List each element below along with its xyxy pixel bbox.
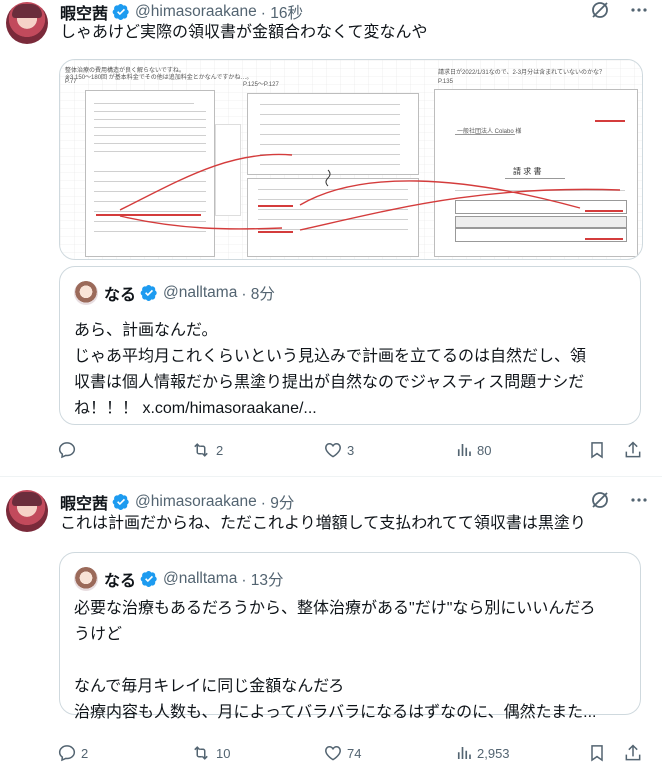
reply-count: 2 xyxy=(81,745,89,761)
quote-tweet[interactable]: なる @nalltama · 8分 あら、計画なんだ。 じゃあ平均月これくらいと… xyxy=(59,266,641,425)
like-button[interactable]: 3 xyxy=(323,440,354,460)
reply-button[interactable]: 2 xyxy=(57,743,88,763)
quote-handle: @nalltama xyxy=(163,284,238,301)
tweet-text: これは計画だからね、ただこれより増額して支払われてて領収書は黒塗り xyxy=(60,515,586,532)
tweet-header: 暇空茜 @himasoraakane · 9分 xyxy=(60,490,294,514)
quote-tweet[interactable]: なる @nalltama · 13分 必要な治療もあるだろうから、整体治療がある… xyxy=(59,552,641,721)
retweet-icon xyxy=(194,746,208,760)
timestamp[interactable]: · 9分 xyxy=(261,491,295,513)
share-icon[interactable] xyxy=(623,440,643,460)
retweet-icon xyxy=(194,443,208,457)
tweet-2[interactable]: 暇空茜 @himasoraakane · 9分 これは計画だからね、ただこれより… xyxy=(0,482,662,770)
share-icon[interactable] xyxy=(623,743,643,763)
tweet-image[interactable]: 整体治療の費用構造が良く解らないですね。 ※3,150～180回 が基本料金でそ… xyxy=(59,59,643,260)
timestamp[interactable]: · 16秒 xyxy=(261,1,303,23)
reply-icon xyxy=(58,442,76,459)
views-count: 80 xyxy=(477,442,492,458)
grok-icon[interactable] xyxy=(590,0,610,20)
quote-header: なる @nalltama · 8分 xyxy=(74,281,275,305)
quote-header: なる @nalltama · 13分 xyxy=(74,567,284,591)
bookmark-icon[interactable] xyxy=(587,743,607,763)
tweet-header: 暇空茜 @himasoraakane · 16秒 xyxy=(60,0,303,24)
retweet-button[interactable]: 2 xyxy=(190,440,223,460)
retweet-count: 2 xyxy=(216,442,224,458)
like-count: 3 xyxy=(347,442,355,458)
verified-badge-icon xyxy=(112,493,129,511)
views-count: 2,953 xyxy=(477,745,510,761)
retweet-button[interactable]: 10 xyxy=(190,743,230,763)
quote-display-name: なる xyxy=(104,573,137,590)
handle[interactable]: @himasoraakane xyxy=(135,3,257,21)
display-name[interactable]: 暇空茜 xyxy=(60,490,108,514)
more-icon[interactable] xyxy=(630,491,648,509)
tweet-text: しゃあけど実際の領収書が金額合わなくて変なんや xyxy=(60,24,428,41)
views-icon xyxy=(457,747,471,759)
heart-icon xyxy=(325,745,341,761)
verified-badge-icon xyxy=(140,284,157,302)
heart-icon xyxy=(325,442,341,458)
handle[interactable]: @himasoraakane xyxy=(135,493,257,511)
annotation-arrows xyxy=(119,153,621,231)
quote-handle: @nalltama xyxy=(163,570,238,587)
quote-timestamp: · 13分 xyxy=(241,572,284,589)
more-icon[interactable] xyxy=(630,1,648,19)
bookmark-icon[interactable] xyxy=(587,440,607,460)
verified-badge-icon xyxy=(112,3,129,21)
views-icon xyxy=(457,444,471,456)
reply-button[interactable] xyxy=(57,440,81,460)
like-count: 74 xyxy=(347,745,362,761)
tweet-1[interactable]: 暇空茜 @himasoraakane · 16秒 しゃあけど実際の領収書が金額合… xyxy=(0,0,662,470)
views-button[interactable]: 80 xyxy=(455,441,491,459)
quote-avatar xyxy=(74,281,98,305)
tweet-actions: 2 10 74 2,953 xyxy=(57,741,647,765)
avatar[interactable] xyxy=(6,2,48,44)
tweet-top-icons xyxy=(590,0,648,20)
like-button[interactable]: 74 xyxy=(323,743,361,763)
quote-avatar xyxy=(74,567,98,591)
verified-badge-icon xyxy=(140,570,157,588)
tweet-divider xyxy=(0,476,662,477)
quote-text: あら、計画なんだ。 じゃあ平均月これくらいという見込みで計画を立てるのは自然だし… xyxy=(74,322,587,417)
display-name[interactable]: 暇空茜 xyxy=(60,0,108,24)
quote-timestamp: · 8分 xyxy=(241,286,275,303)
tweet-actions: 2 3 80 xyxy=(57,438,647,462)
tweet-top-icons xyxy=(590,490,648,510)
retweet-count: 10 xyxy=(216,745,231,761)
views-button[interactable]: 2,953 xyxy=(455,744,510,762)
quote-display-name: なる xyxy=(104,287,137,304)
grok-icon[interactable] xyxy=(590,490,610,510)
quote-text: 必要な治療もあるだろうから、整体治療がある"だけ"なら別にいいんだろ うけど な… xyxy=(74,600,597,721)
reply-icon xyxy=(58,745,76,762)
avatar[interactable] xyxy=(6,490,48,532)
